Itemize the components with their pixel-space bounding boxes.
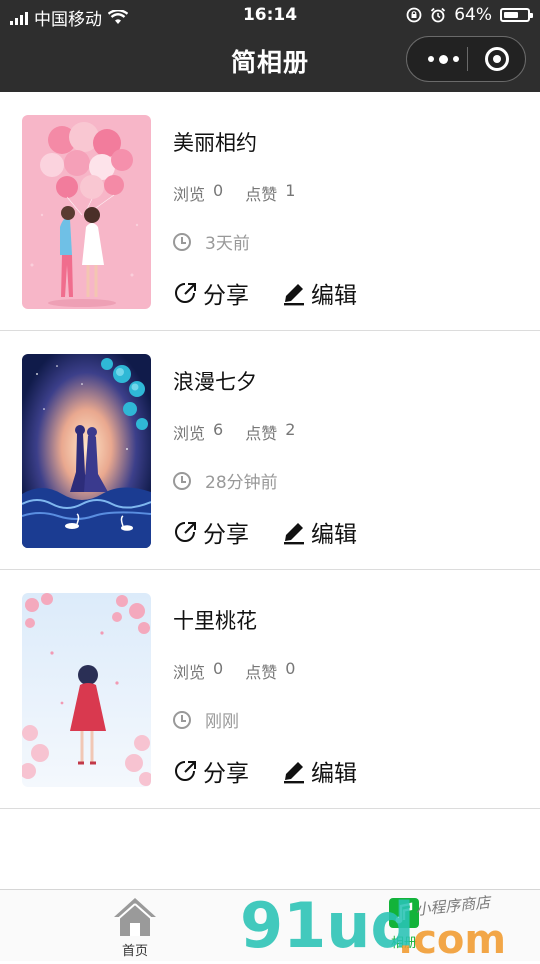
album-time-text: 3天前 — [205, 234, 250, 254]
edit-label: 编辑 — [311, 761, 357, 787]
tab-home-label: 首页 — [121, 944, 148, 959]
close-target-icon[interactable] — [485, 47, 509, 71]
clock-icon — [173, 471, 191, 490]
likes-label: 点赞 — [245, 185, 278, 204]
nav-bar: 简相册 — [0, 30, 540, 92]
likes-count: 0 — [285, 659, 296, 678]
album-actions: 分享 编辑 — [173, 515, 357, 549]
rotation-lock-icon — [406, 7, 422, 23]
views-label: 浏览 — [173, 185, 206, 204]
edit-button[interactable]: 编辑 — [281, 276, 357, 310]
edit-icon — [284, 284, 304, 306]
tab-home[interactable]: 首页 — [95, 896, 175, 959]
album-time: 刚刚 — [173, 707, 239, 732]
album-stats: 浏览 0 点赞 1 — [173, 181, 295, 205]
share-label: 分享 — [203, 761, 249, 787]
edit-label: 编辑 — [311, 283, 357, 309]
tab-album[interactable]: 相册 — [364, 896, 444, 951]
share-button[interactable]: 分享 — [173, 754, 249, 788]
share-button[interactable]: 分享 — [173, 515, 249, 549]
status-right: 64% — [406, 5, 533, 25]
album-card[interactable]: 美丽相约 浏览 0 点赞 1 3天前 分享 编辑 — [0, 92, 540, 331]
views-label: 浏览 — [173, 424, 206, 443]
album-stats: 浏览 0 点赞 0 — [173, 659, 295, 683]
battery-fill — [504, 12, 519, 18]
album-title: 浪漫七夕 — [173, 370, 257, 394]
views-label: 浏览 — [173, 663, 206, 682]
album-time: 3天前 — [173, 229, 250, 254]
battery-icon — [500, 8, 533, 22]
share-label: 分享 — [203, 522, 249, 548]
album-cover-image[interactable] — [22, 115, 151, 309]
edit-button[interactable]: 编辑 — [281, 515, 357, 549]
status-bar: 中国移动 16:14 64% — [0, 0, 540, 30]
capsule-divider — [467, 47, 468, 71]
clock-icon — [173, 232, 191, 251]
likes-label: 点赞 — [245, 424, 278, 443]
share-icon — [175, 522, 196, 542]
album-cover-image[interactable] — [22, 354, 151, 548]
likes-label: 点赞 — [245, 663, 278, 682]
edit-button[interactable]: 编辑 — [281, 754, 357, 788]
tab-album-label: 相册 — [390, 936, 417, 951]
album-cover-image[interactable] — [22, 593, 151, 787]
album-actions: 分享 编辑 — [173, 276, 357, 310]
edit-icon — [284, 762, 304, 784]
album-list: 美丽相约 浏览 0 点赞 1 3天前 分享 编辑 浪漫七夕 浏览 6 点赞 2 … — [0, 92, 540, 809]
likes-count: 2 — [285, 420, 296, 439]
share-icon — [175, 283, 196, 303]
edit-label: 编辑 — [311, 522, 357, 548]
clock-icon — [173, 710, 191, 729]
share-button[interactable]: 分享 — [173, 276, 249, 310]
alarm-icon — [431, 7, 446, 23]
album-title: 十里桃花 — [173, 609, 257, 633]
album-time-text: 28分钟前 — [205, 473, 278, 493]
album-card[interactable]: 十里桃花 浏览 0 点赞 0 刚刚 分享 编辑 — [0, 570, 540, 809]
views-count: 0 — [213, 181, 224, 200]
battery-percent: 64% — [454, 5, 492, 25]
album-actions: 分享 编辑 — [173, 754, 357, 788]
album-title: 美丽相约 — [173, 131, 257, 155]
views-count: 0 — [213, 659, 224, 678]
share-icon — [175, 761, 196, 781]
music-album-icon — [389, 898, 419, 928]
tab-bar: 首页 相册 — [0, 889, 540, 961]
share-label: 分享 — [203, 283, 249, 309]
album-stats: 浏览 6 点赞 2 — [173, 420, 295, 444]
home-icon — [114, 898, 156, 936]
album-card[interactable]: 浪漫七夕 浏览 6 点赞 2 28分钟前 分享 编辑 — [0, 331, 540, 570]
mini-program-capsule — [406, 36, 526, 82]
more-menu-icon[interactable] — [423, 37, 463, 81]
album-time: 28分钟前 — [173, 468, 278, 493]
edit-icon — [284, 523, 304, 545]
views-count: 6 — [213, 420, 224, 439]
likes-count: 1 — [285, 181, 296, 200]
album-time-text: 刚刚 — [205, 712, 239, 732]
